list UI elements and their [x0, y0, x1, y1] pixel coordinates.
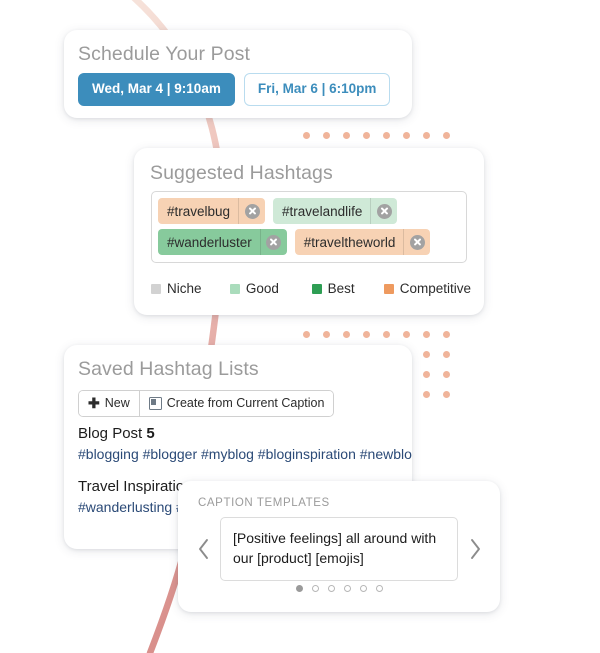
decorative-dot [443, 371, 450, 378]
hashtags-card-title: Suggested Hashtags [150, 162, 333, 184]
list-item-name: Blog Post 5 [78, 425, 408, 442]
caption-templates-card: CAPTION TEMPLATES [Positive feelings] al… [178, 481, 500, 612]
legend-label: Competitive [399, 281, 471, 296]
hashtag-chip[interactable]: #traveltheworld [294, 229, 431, 255]
legend-label: Best [327, 281, 355, 296]
create-from-caption-button[interactable]: Create from Current Caption [138, 391, 334, 416]
hashtag-chip[interactable]: #wanderluster [158, 229, 287, 255]
list-item-count: 5 [146, 425, 155, 442]
legend-swatch-icon [383, 283, 394, 294]
decorative-dot [443, 391, 450, 398]
caption-templates-label: CAPTION TEMPLATES [198, 497, 330, 509]
decorative-dot [363, 331, 370, 338]
hashtag-quality-legend: Niche Good Best Competitive [151, 281, 471, 296]
decorative-dot [303, 132, 310, 139]
saved-lists-card-title: Saved Hashtag Lists [78, 358, 259, 380]
schedule-post-card: Schedule Your Post Wed, Mar 4 | 9:10am F… [64, 30, 412, 118]
decorative-dot [423, 391, 430, 398]
chevron-left-icon[interactable] [192, 538, 214, 560]
legend-item-niche: Niche [151, 281, 230, 296]
hashtag-chip-label: #travelbug [167, 203, 231, 219]
decorative-dot [343, 331, 350, 338]
decorative-dot [443, 132, 450, 139]
decorative-dot [443, 331, 450, 338]
decorative-dot [423, 132, 430, 139]
suggested-hashtags-card: Suggested Hashtags #travelbug #traveland… [134, 148, 484, 315]
decorative-dot [383, 331, 390, 338]
new-list-button[interactable]: ✚ New [79, 391, 139, 416]
hashtag-chip[interactable]: #travelandlife [273, 198, 398, 224]
schedule-card-title: Schedule Your Post [78, 43, 251, 65]
decorative-dot [423, 331, 430, 338]
decorative-dot [363, 132, 370, 139]
list-item-name-text: Blog Post [78, 425, 147, 442]
close-circle-icon[interactable] [403, 229, 430, 255]
decorative-dot [343, 132, 350, 139]
caption-template-text[interactable]: [Positive feelings] all around with our … [220, 517, 458, 581]
caption-template-carousel: [Positive feelings] all around with our … [192, 517, 486, 581]
hashtag-row: #wanderluster #traveltheworld [158, 229, 460, 255]
decorative-dot [423, 351, 430, 358]
decorative-dot [383, 132, 390, 139]
hashtag-input-box[interactable]: #travelbug #travelandlife #wanderluster [151, 191, 467, 263]
chevron-right-icon[interactable] [464, 538, 486, 560]
legend-label: Good [245, 281, 279, 296]
legend-swatch-icon [151, 283, 161, 294]
decorative-dot [423, 371, 430, 378]
new-list-button-label: New [104, 396, 130, 410]
caption-pagination-dot[interactable] [343, 585, 351, 592]
close-circle-icon[interactable] [370, 198, 397, 224]
copy-icon [148, 396, 162, 410]
screen-root: Schedule Your Post Wed, Mar 4 | 9:10am F… [0, 0, 600, 653]
schedule-slot-button-secondary[interactable]: Fri, Mar 6 | 6:10pm [243, 73, 391, 106]
close-circle-icon[interactable] [259, 229, 287, 255]
decorative-dot [443, 351, 450, 358]
hashtag-row: #travelbug #travelandlife [158, 198, 460, 224]
saved-lists-toolbar: ✚ New Create from Current Caption [78, 390, 335, 417]
hashtag-chip-label: #traveltheworld [303, 234, 396, 250]
decorative-dot [323, 132, 330, 139]
decorative-dot [323, 331, 330, 338]
caption-pagination-dot[interactable] [375, 585, 383, 592]
legend-label: Niche [167, 281, 202, 296]
caption-pagination-dot[interactable] [327, 585, 335, 592]
caption-pagination-dot[interactable] [311, 585, 319, 592]
legend-swatch-icon [229, 283, 240, 294]
hashtag-chip[interactable]: #travelbug [158, 198, 266, 224]
close-circle-icon[interactable] [238, 198, 265, 224]
caption-pagination-dot[interactable] [295, 585, 303, 592]
plus-icon: ✚ [88, 395, 100, 411]
list-item: Blog Post 5 #blogging #blogger #myblog #… [78, 425, 412, 462]
legend-item-best: Best [311, 281, 384, 296]
decorative-dot [403, 132, 410, 139]
schedule-slot-button-primary[interactable]: Wed, Mar 4 | 9:10am [78, 73, 235, 106]
hashtag-chip-label: #travelandlife [282, 203, 363, 219]
decorative-dot [403, 331, 410, 338]
caption-pagination [178, 585, 500, 592]
legend-swatch-icon [311, 283, 322, 294]
list-item-tags[interactable]: #blogging #blogger #myblog #bloginspirat… [78, 446, 412, 462]
legend-item-good: Good [229, 281, 312, 296]
hashtag-chip-label: #wanderluster [167, 234, 252, 250]
list-item-name-text: Travel Inspiration [78, 478, 193, 495]
legend-item-competitive: Competitive [383, 281, 471, 296]
decorative-dot [303, 331, 310, 338]
create-from-caption-label: Create from Current Caption [166, 396, 325, 410]
schedule-slot-buttons: Wed, Mar 4 | 9:10am Fri, Mar 6 | 6:10pm [78, 73, 391, 106]
caption-pagination-dot[interactable] [359, 585, 367, 592]
